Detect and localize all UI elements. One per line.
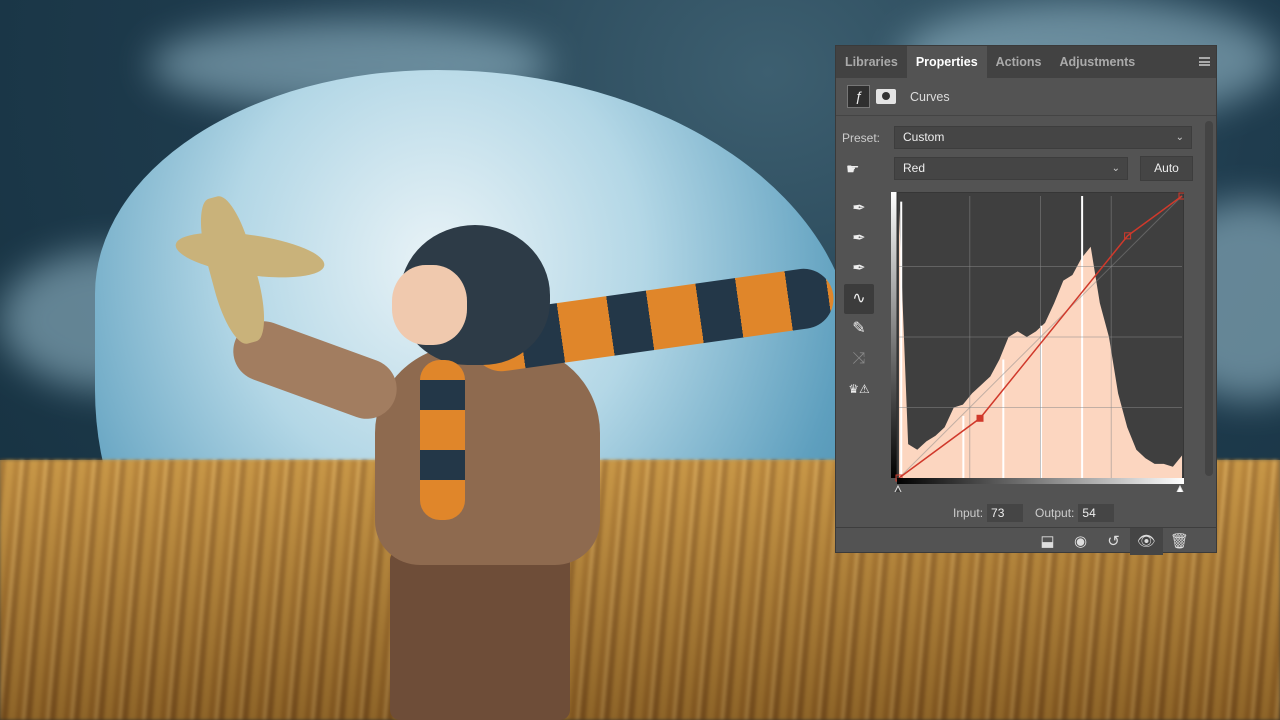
adjustment-title: Curves <box>910 89 950 104</box>
panel-tabs: Libraries Properties Actions Adjustments <box>836 46 1216 78</box>
input-label: Input: <box>953 506 984 520</box>
output-label: Output: <box>1035 506 1075 520</box>
gray-point-eyedropper-icon[interactable]: ✒ <box>844 224 874 254</box>
output-gradient-bar <box>891 192 897 478</box>
view-previous-state-icon[interactable]: ◉ <box>1064 528 1097 555</box>
tab-libraries[interactable]: Libraries <box>836 46 907 78</box>
input-gradient-bar <box>897 478 1184 484</box>
curve-point[interactable] <box>976 414 984 422</box>
auto-button[interactable]: Auto <box>1140 156 1193 181</box>
smooth-curve-icon[interactable]: ⤨ <box>844 344 874 374</box>
output-field[interactable]: 54 <box>1078 504 1115 522</box>
channel-value: Red <box>903 161 926 175</box>
properties-panel: Libraries Properties Actions Adjustments… <box>835 45 1217 555</box>
white-point-slider[interactable] <box>1174 484 1186 497</box>
delete-trash-icon[interactable]: 🗑 <box>1163 528 1196 555</box>
chevron-down-icon: ⌄ <box>1175 132 1184 143</box>
clipping-warning-icon[interactable]: ♛⚠ <box>844 374 874 404</box>
clip-to-layer-icon[interactable]: ⬓ <box>1031 528 1064 555</box>
tab-actions[interactable]: Actions <box>987 46 1051 78</box>
tab-properties[interactable]: Properties <box>906 46 987 78</box>
input-field[interactable]: 73 <box>987 504 1024 522</box>
pencil-draw-icon[interactable]: ✎ <box>844 314 874 344</box>
reset-icon[interactable]: ↺ <box>1097 528 1130 555</box>
white-point-eyedropper-icon[interactable]: ✒ <box>844 254 874 284</box>
preset-label: Preset: <box>842 130 881 145</box>
tab-adjustments[interactable]: Adjustments <box>1051 46 1145 78</box>
panel-menu-icon[interactable] <box>1199 57 1210 66</box>
channel-select[interactable]: Red ⌄ <box>894 157 1128 180</box>
preset-select[interactable]: Custom ⌄ <box>894 126 1192 149</box>
chevron-down-icon: ⌄ <box>1111 163 1120 174</box>
black-point-slider[interactable] <box>892 484 904 497</box>
targeted-adjustment-hand-icon[interactable]: ☛ <box>846 160 894 178</box>
curves-graph[interactable] <box>891 191 1186 497</box>
panel-scrollbar[interactable] <box>1205 121 1213 476</box>
curves-adjustment-icon[interactable]: ƒ <box>847 85 870 108</box>
preset-value: Custom <box>903 130 945 144</box>
edit-points-curve-icon[interactable]: ∿ <box>844 284 874 314</box>
layer-mask-icon[interactable] <box>876 89 896 104</box>
black-point-eyedropper-icon[interactable]: ✒ <box>844 194 874 224</box>
visibility-eye-icon[interactable]: 👁 <box>1130 527 1163 555</box>
